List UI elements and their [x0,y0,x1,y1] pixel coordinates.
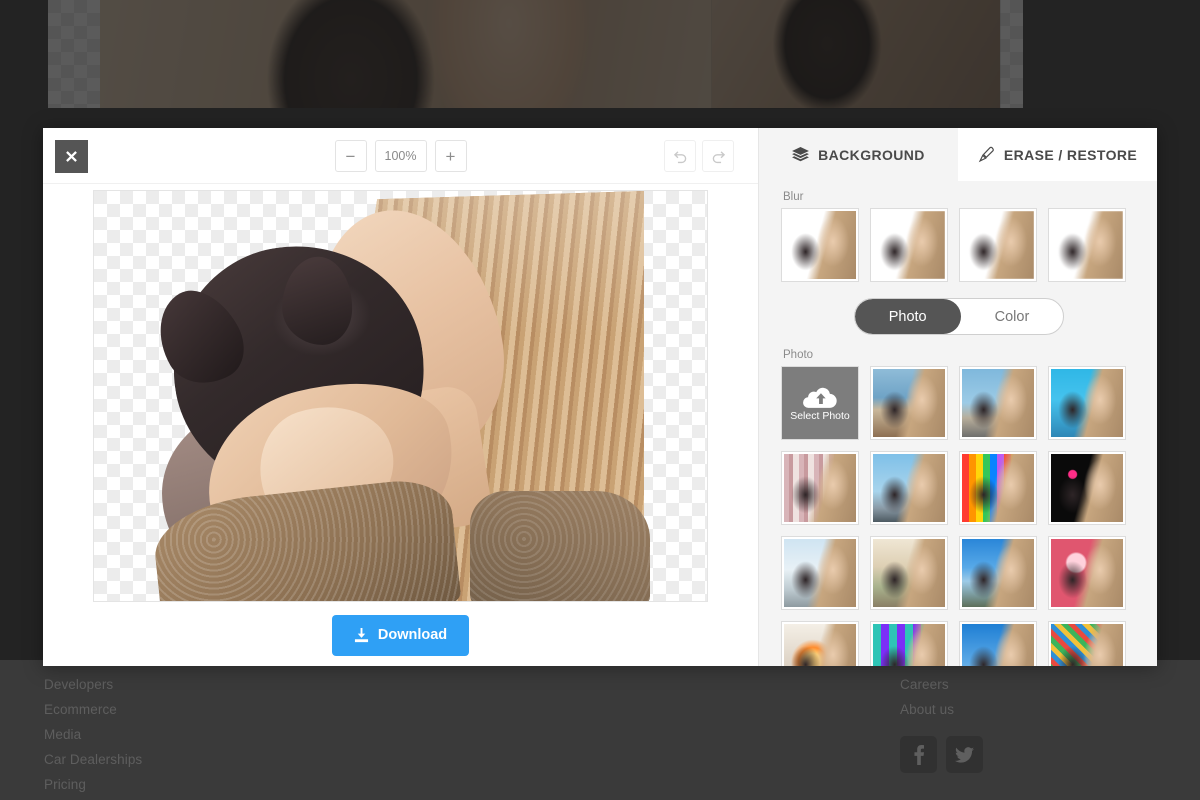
toggle-photo[interactable]: Photo [854,299,961,334]
photo-thumbnail[interactable] [870,366,948,440]
tab-background[interactable]: BACKGROUND [759,128,958,181]
zoom-level-value[interactable]: 100% [374,140,427,172]
panel-scroll-fade [759,665,1157,666]
site-footer: Developers Ecommerce Media Car Dealershi… [0,660,1200,800]
thumbnail-image [784,624,856,666]
thumbnail-image [784,539,856,607]
blur-thumbnail-grid [781,208,1137,282]
dog-ear-left [141,276,258,399]
download-button-label: Download [377,627,448,643]
toggle-color[interactable]: Color [961,299,1064,334]
footer-link-developers[interactable]: Developers [44,672,142,697]
zoom-out-button[interactable]: − [334,140,367,172]
close-icon[interactable] [55,140,88,173]
zoom-controls: − 100% + [334,140,467,172]
thumbnail-image [962,624,1034,666]
thumbnail-image [962,539,1034,607]
tab-background-label: BACKGROUND [818,146,925,163]
footer-link-pricing[interactable]: Pricing [44,772,142,797]
panel-tabs: BACKGROUND ERASE / RESTORE [759,128,1157,181]
thumbnail-image [1051,539,1123,607]
thumbnail-image [962,211,1034,279]
footer-social-row [900,736,983,773]
thumbnail-image [784,454,856,522]
mode-toggle-wrap: Photo Color [781,298,1137,335]
thumbnail-image [784,211,856,279]
photo-thumbnail[interactable] [1048,621,1126,666]
photo-thumbnail[interactable] [781,536,859,610]
thumbnail-image [962,454,1034,522]
image-preview[interactable] [93,190,708,602]
thumbnail-image [962,369,1034,437]
download-row: Download [43,604,758,666]
download-button[interactable]: Download [331,614,470,656]
photo-thumbnail[interactable] [1048,366,1126,440]
thumbnail-image [1051,454,1123,522]
layers-icon [792,147,810,162]
canvas-area [43,184,758,604]
photo-thumbnail[interactable] [781,621,859,666]
blur-thumbnail[interactable] [781,208,859,282]
background-editor-modal: − 100% + Download BACKGROUND ERASE / RES… [43,128,1157,666]
dog-ear-right [280,255,354,346]
footer-column-right: Careers About us [900,672,983,773]
thumbnail-image [1051,624,1123,666]
download-icon [354,627,368,642]
select-photo-button[interactable]: Select Photo [781,366,859,440]
footer-link-careers[interactable]: Careers [900,672,983,697]
thumbnail-image [873,211,945,279]
photo-thumbnail[interactable] [870,621,948,666]
photo-thumbnail[interactable] [870,536,948,610]
brush-icon [978,146,994,163]
blur-thumbnail[interactable] [959,208,1037,282]
footer-column-left: Developers Ecommerce Media Car Dealershi… [44,672,142,797]
footer-link-car-dealerships[interactable]: Car Dealerships [44,747,142,772]
photo-thumbnail[interactable] [959,536,1037,610]
zoom-in-button[interactable]: + [434,140,467,172]
editor-toolbar: − 100% + [43,128,758,184]
footer-link-media[interactable]: Media [44,722,142,747]
tab-erase-restore-label: ERASE / RESTORE [1003,146,1138,163]
photo-thumbnail[interactable] [870,451,948,525]
footer-link-ecommerce[interactable]: Ecommerce [44,697,142,722]
redo-icon[interactable] [702,140,734,172]
subject-coat-right [470,491,650,601]
tab-erase-restore[interactable]: ERASE / RESTORE [958,128,1157,181]
footer-link-about-us[interactable]: About us [900,697,983,722]
thumbnail-image [1051,369,1123,437]
photo-thumbnail[interactable] [959,621,1037,666]
facebook-icon[interactable] [900,736,937,773]
photo-thumbnail-grid: Select Photo [781,366,1137,666]
blur-thumbnail[interactable] [1048,208,1126,282]
twitter-icon[interactable] [946,736,983,773]
editor-side-panel: BACKGROUND ERASE / RESTORE Blur Photo Co… [758,128,1157,666]
mode-toggle: Photo Color [853,298,1065,335]
undo-icon[interactable] [664,140,696,172]
history-controls [664,140,734,172]
subject-cutout [141,191,650,601]
thumbnail-image [873,624,945,666]
photo-thumbnail[interactable] [1048,536,1126,610]
photo-thumbnail[interactable] [1048,451,1126,525]
photo-thumbnail[interactable] [781,451,859,525]
photo-section-label: Photo [783,349,814,361]
photo-thumbnail[interactable] [959,451,1037,525]
cloud-upload-icon [803,387,837,408]
thumbnail-image [873,454,945,522]
photo-thumbnail[interactable] [959,366,1037,440]
blur-thumbnail[interactable] [870,208,948,282]
thumbnail-image [873,539,945,607]
panel-body[interactable]: Blur Photo Color Photo Select Photo [759,181,1157,666]
thumbnail-image [873,369,945,437]
blur-section-label: Blur [783,191,804,203]
editor-canvas-side: − 100% + Download [43,128,758,666]
thumbnail-image [1051,211,1123,279]
select-photo-label: Select Photo [790,410,850,422]
